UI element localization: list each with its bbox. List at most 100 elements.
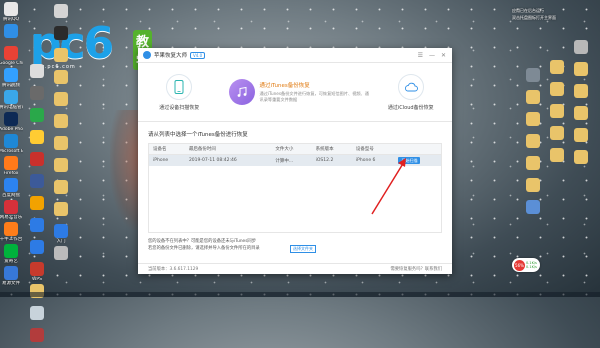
close-icon[interactable]: ✕ xyxy=(441,52,446,59)
desktop-icon[interactable]: 易源文件 xyxy=(0,266,22,286)
app-shortcut-icon xyxy=(30,64,44,78)
desktop-icon[interactable]: Microsoft Edge xyxy=(0,134,23,154)
desktop-icon[interactable] xyxy=(522,156,544,176)
desktop-icon-label: 百度网盘 xyxy=(2,193,20,198)
desktop-icon[interactable] xyxy=(50,26,72,46)
mode-device-scan-label: 通过设备扫描恢复 xyxy=(159,104,200,111)
cell-file-size: 计算中... xyxy=(271,154,312,166)
desktop-icon[interactable]: WPS xyxy=(26,262,48,282)
app-shortcut-icon xyxy=(4,200,18,214)
desktop-icon[interactable] xyxy=(546,82,568,102)
desktop-icon[interactable] xyxy=(570,106,592,126)
phone-icon xyxy=(166,73,193,100)
desktop-icon[interactable] xyxy=(522,200,544,220)
app-shortcut-icon xyxy=(54,246,68,260)
desktop-icon[interactable] xyxy=(26,64,48,84)
desktop-icon[interactable] xyxy=(546,104,568,124)
desktop-icon[interactable] xyxy=(50,70,72,90)
desktop-icon-label: Google Chrome xyxy=(0,61,23,66)
desktop-icon[interactable] xyxy=(26,328,48,348)
desktop-icon[interactable] xyxy=(50,4,72,24)
desktop-icon[interactable]: 腾讯QQ xyxy=(0,2,22,22)
desktop-icon[interactable] xyxy=(50,180,72,200)
desktop-icon[interactable] xyxy=(50,114,72,134)
mode-itunes-desc: 通过iTunes备份文件进行恢复，可恢复短信图片、视频、通讯录等重要文件数据 xyxy=(259,91,369,102)
app-shortcut-icon xyxy=(54,180,68,194)
app-shortcut-icon xyxy=(526,112,540,126)
desktop-icon[interactable]: 腾讯视频 xyxy=(0,68,22,88)
version-badge: V4.0 xyxy=(190,51,206,59)
desktop-icon[interactable] xyxy=(522,134,544,154)
desktop-icon[interactable] xyxy=(26,108,48,128)
app-shortcut-icon xyxy=(30,306,44,320)
desktop-icon[interactable] xyxy=(546,148,568,168)
app-shortcut-icon xyxy=(4,68,18,82)
mode-device-scan[interactable]: 通过设备扫描恢复 xyxy=(138,63,221,121)
desktop-icon[interactable] xyxy=(50,136,72,156)
app-shortcut-icon xyxy=(550,104,564,118)
desktop-icon[interactable]: Adobe Photoshop xyxy=(0,112,23,132)
desktop-icon[interactable] xyxy=(50,246,72,266)
desktop-icon[interactable]: 百度网盘 xyxy=(0,178,22,198)
desktop-icon[interactable] xyxy=(26,86,48,106)
desktop-icon[interactable] xyxy=(26,196,48,216)
mode-itunes-backup[interactable]: 通过iTunes备份恢复 通过iTunes备份文件进行恢复，可恢复短信图片、视频… xyxy=(220,63,370,121)
desktop-icon[interactable]: 网易云音乐 xyxy=(0,200,22,220)
desktop-icon[interactable] xyxy=(570,150,592,170)
desktop-icon[interactable] xyxy=(522,112,544,132)
menu-icon[interactable]: ☰ xyxy=(418,52,423,59)
app-shortcut-icon xyxy=(4,178,18,192)
desktop-icon-label: 入门 xyxy=(56,239,66,244)
taskbar xyxy=(0,292,600,297)
network-percent: 56% xyxy=(514,259,525,271)
app-shortcut-icon xyxy=(54,48,68,62)
desktop-icon[interactable]: Firefox xyxy=(0,156,22,176)
desktop-icon[interactable] xyxy=(50,202,72,222)
desktop-icon[interactable] xyxy=(26,218,48,238)
select-folder-button[interactable]: 选择文件夹 xyxy=(290,245,316,253)
minimize-icon[interactable]: — xyxy=(429,52,435,59)
desktop-icon[interactable]: 爱奇艺 xyxy=(0,244,22,264)
app-shortcut-icon xyxy=(30,196,44,210)
table-row[interactable]: iPhone 2019-07-11 08:42:46 计算中... iOS12.… xyxy=(149,154,441,166)
desktop-icon[interactable] xyxy=(522,68,544,88)
app-shortcut-icon xyxy=(54,26,68,40)
desktop-icon[interactable] xyxy=(50,48,72,68)
col-file-size: 文件大小 xyxy=(271,144,312,155)
desktop-icon[interactable] xyxy=(50,92,72,112)
app-shortcut-icon xyxy=(526,68,540,82)
backup-table: 设备名 最后备份时间 文件大小 系统版本 设备型号 iPhone 2019-07… xyxy=(148,143,442,233)
network-speed-widget[interactable]: 56% 0.1K/s 0.1K/s xyxy=(512,258,540,272)
desktop-icon[interactable]: 腾讯电脑管家 xyxy=(0,90,23,110)
mode-icloud-backup[interactable]: 通过iCloud备份恢复 xyxy=(370,63,453,121)
start-scan-button[interactable]: 开始扫描 xyxy=(398,156,421,164)
desktop-icon[interactable] xyxy=(50,158,72,178)
desktop-icon[interactable] xyxy=(26,130,48,150)
desktop-icon[interactable] xyxy=(570,84,592,104)
desktop-icon[interactable] xyxy=(26,306,48,326)
desktop-icon[interactable] xyxy=(26,240,48,260)
app-shortcut-icon xyxy=(4,24,18,38)
desktop-icon[interactable] xyxy=(570,62,592,82)
contact-link[interactable]: 需要恢复服务吗？联系我们 xyxy=(390,266,442,272)
desktop-icon[interactable] xyxy=(26,152,48,172)
app-shortcut-icon xyxy=(526,90,540,104)
desktop-icon[interactable]: 入门 xyxy=(50,224,72,244)
title-bar: 苹果恢复大师 V4.0 ☰ — ✕ xyxy=(138,48,452,63)
desktop-icon[interactable] xyxy=(570,128,592,148)
app-shortcut-icon xyxy=(4,222,18,236)
app-shortcut-icon xyxy=(54,202,68,216)
desktop-icon[interactable] xyxy=(522,90,544,110)
desktop-icon[interactable]: 千牛工作台 xyxy=(0,222,22,242)
desktop-icon[interactable]: Google Chrome xyxy=(0,46,23,66)
desktop-icon[interactable] xyxy=(522,178,544,198)
desktop-icon[interactable] xyxy=(26,174,48,194)
desktop-icon[interactable] xyxy=(546,60,568,80)
desktop-icon[interactable] xyxy=(546,126,568,146)
app-shortcut-icon xyxy=(550,60,564,74)
desktop-icon[interactable] xyxy=(0,24,22,44)
app-shortcut-icon xyxy=(526,134,540,148)
col-os-version: 系统版本 xyxy=(311,144,352,155)
app-shortcut-icon xyxy=(30,262,44,276)
app-shortcut-icon xyxy=(30,328,44,342)
